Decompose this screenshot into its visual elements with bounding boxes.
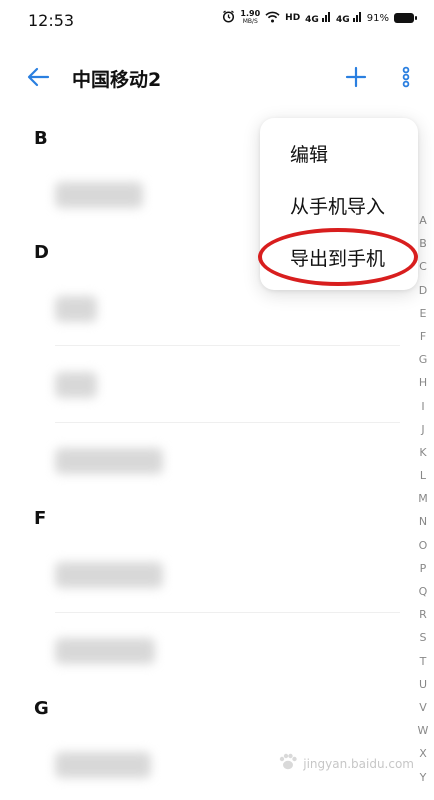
contact-name	[55, 182, 143, 208]
divider	[55, 422, 400, 423]
index-letter-y[interactable]: Y	[412, 766, 434, 789]
section-header-b: B	[34, 128, 48, 149]
contact-name	[55, 372, 97, 398]
add-contact-button[interactable]	[340, 61, 372, 93]
divider	[55, 345, 400, 346]
app-header: 中国移动2	[0, 55, 434, 99]
index-letter-u[interactable]: U	[412, 673, 434, 696]
contact-name	[55, 296, 97, 322]
battery-icon	[394, 13, 417, 23]
index-letter-w[interactable]: W	[412, 719, 434, 742]
arrow-left-icon	[27, 67, 50, 87]
contact-row[interactable]	[0, 614, 400, 686]
index-letter-x[interactable]: X	[412, 742, 434, 765]
menu-item-import-from-phone[interactable]: 从手机导入	[290, 192, 385, 219]
more-options-button[interactable]	[394, 61, 418, 93]
signal-icon-1: 4G	[305, 11, 331, 25]
index-letter-f[interactable]: F	[412, 325, 434, 348]
menu-item-edit[interactable]: 编辑	[290, 140, 328, 167]
contact-name	[55, 448, 163, 474]
paw-logo-icon	[277, 751, 299, 777]
menu-item-export-to-phone[interactable]: 导出到手机	[290, 244, 385, 271]
index-letter-o[interactable]: O	[412, 534, 434, 557]
hd-badge: HD	[285, 13, 301, 23]
plus-icon	[345, 66, 367, 88]
index-letter-t[interactable]: T	[412, 650, 434, 673]
index-letter-q[interactable]: Q	[412, 580, 434, 603]
contact-row[interactable]	[0, 424, 400, 496]
signal-icon-2: 4G	[336, 11, 362, 25]
section-header-g: G	[34, 698, 49, 719]
index-letter-r[interactable]: R	[412, 603, 434, 626]
index-letter-k[interactable]: K	[412, 441, 434, 464]
index-letter-e[interactable]: E	[412, 302, 434, 325]
contact-row[interactable]	[0, 538, 400, 610]
contact-name	[55, 562, 163, 588]
net-speed: 1.90 MB/S	[240, 9, 261, 26]
overflow-menu: 编辑 从手机导入 导出到手机	[260, 118, 418, 290]
page-title: 中国移动2	[72, 69, 162, 91]
index-letter-p[interactable]: P	[412, 557, 434, 580]
section-header-f: F	[34, 508, 47, 529]
index-letter-l[interactable]: L	[412, 464, 434, 487]
back-button[interactable]	[22, 61, 54, 93]
section-header-d: D	[34, 242, 49, 263]
index-letter-s[interactable]: S	[412, 626, 434, 649]
status-icons: 1.90 MB/S HD 4G 4G 91%	[222, 9, 417, 26]
contact-name	[55, 752, 151, 778]
divider	[55, 612, 400, 613]
index-letter-v[interactable]: V	[412, 696, 434, 719]
alphabet-index[interactable]: A B C D E F G H I J K L M N O P Q R S T …	[412, 209, 434, 789]
battery-percent: 91%	[366, 12, 389, 24]
index-letter-h[interactable]: H	[412, 371, 434, 394]
index-letter-j[interactable]: J	[412, 418, 434, 441]
vertical-dots-icon	[402, 66, 410, 88]
index-letter-n[interactable]: N	[412, 510, 434, 533]
wifi-icon	[265, 11, 280, 26]
contact-name	[55, 638, 155, 664]
watermark: jingyan.baidu.com	[277, 751, 414, 777]
alarm-icon	[222, 10, 235, 26]
watermark-text: jingyan.baidu.com	[303, 757, 414, 771]
index-letter-i[interactable]: I	[412, 395, 434, 418]
contact-row[interactable]	[0, 348, 400, 420]
status-time: 12:53	[28, 11, 75, 30]
status-bar: 12:53 1.90 MB/S HD 4G 4G 91%	[0, 0, 434, 40]
index-letter-g[interactable]: G	[412, 348, 434, 371]
index-letter-m[interactable]: M	[412, 487, 434, 510]
